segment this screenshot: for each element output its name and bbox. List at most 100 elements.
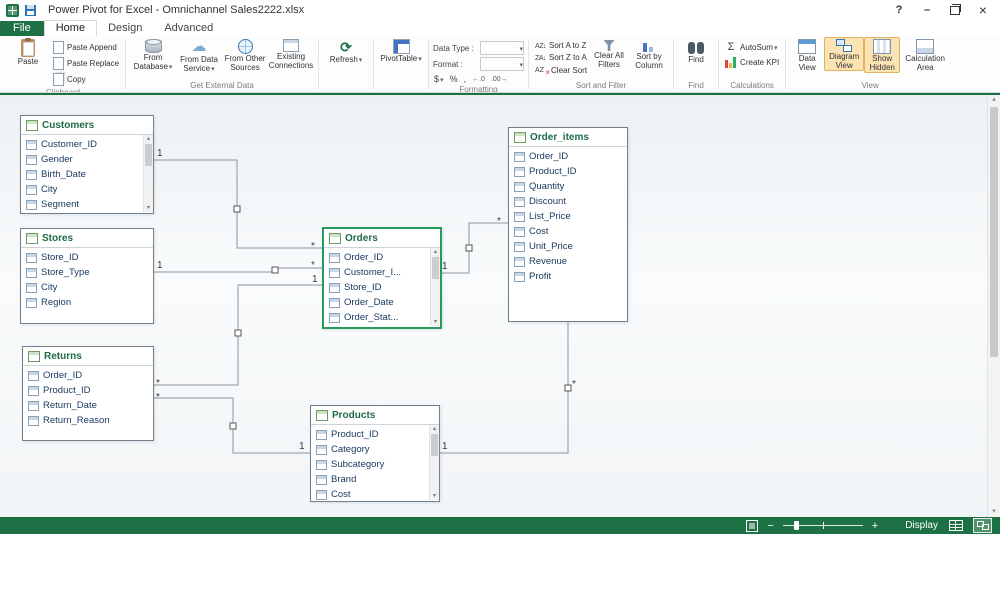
restore-button[interactable] — [944, 2, 966, 18]
field-city[interactable]: City — [21, 280, 153, 295]
field-quantity[interactable]: Quantity — [509, 179, 627, 194]
entity-header[interactable]: Returns — [23, 347, 153, 366]
existing-connections-button[interactable]: Existing Connections — [268, 37, 314, 70]
calculation-area-button[interactable]: Calculation Area — [900, 37, 950, 72]
zoom-slider[interactable] — [782, 521, 863, 530]
clear-all-filters-button[interactable]: Clear All Filters — [589, 37, 629, 69]
decrease-decimal-button[interactable] — [490, 76, 509, 83]
minimize-button[interactable] — [916, 2, 938, 18]
refresh-button[interactable]: Refresh — [323, 37, 369, 65]
zoom-slider-thumb[interactable] — [793, 521, 799, 530]
from-data-service-button[interactable]: From Data Service — [176, 37, 222, 74]
field-category[interactable]: Category — [311, 442, 429, 457]
percent-format-button[interactable]: % — [449, 74, 459, 84]
field-store_id[interactable]: Store_ID — [21, 250, 153, 265]
paste-append-button[interactable]: Paste Append — [51, 40, 121, 55]
scroll-up-icon[interactable]: ▴ — [430, 425, 439, 433]
scroll-down-icon[interactable]: ▾ — [431, 318, 440, 326]
tab-file[interactable]: File — [0, 21, 44, 36]
entity-table-returns[interactable]: Returns Order_ID Product_ID Return_Date Retu… — [22, 346, 154, 441]
grid-view-toggle[interactable] — [947, 519, 964, 532]
diagram-view-toggle[interactable] — [973, 518, 992, 533]
field-order_stat[interactable]: Order_Stat... — [324, 310, 430, 325]
field-order_date[interactable]: Order_Date — [324, 295, 430, 310]
field-unit_price[interactable]: Unit_Price — [509, 239, 627, 254]
entity-scrollbar[interactable]: ▴ ▾ — [430, 248, 440, 326]
field-cost[interactable]: Cost — [311, 487, 429, 502]
entity-header[interactable]: Order_items — [509, 128, 627, 147]
field-city[interactable]: City — [21, 182, 143, 197]
entity-scrollbar-thumb[interactable] — [432, 257, 439, 279]
entity-table-stores[interactable]: Stores Store_ID Store_Type City Region — [20, 228, 154, 324]
find-button[interactable]: Find — [678, 37, 714, 64]
zoom-out-button[interactable] — [767, 520, 773, 532]
sort-z-to-a-button[interactable]: Sort Z to A — [533, 52, 589, 63]
field-order_id[interactable]: Order_ID — [509, 149, 627, 164]
copy-button[interactable]: Copy — [51, 72, 121, 87]
paste-button[interactable]: Paste — [5, 37, 51, 66]
field-subcategory[interactable]: Subcategory — [311, 457, 429, 472]
currency-format-button[interactable]: $ — [433, 74, 445, 84]
sort-by-column-button[interactable]: Sort by Column — [629, 37, 669, 70]
increase-decimal-button[interactable] — [471, 76, 486, 83]
field-store_id[interactable]: Store_ID — [324, 280, 430, 295]
field-store_type[interactable]: Store_Type — [21, 265, 153, 280]
field-profit[interactable]: Profit — [509, 269, 627, 284]
scroll-up-icon[interactable]: ▴ — [988, 95, 1000, 105]
data-type-dropdown[interactable] — [480, 41, 525, 55]
field-list_price[interactable]: List_Price — [509, 209, 627, 224]
entity-header[interactable]: Products — [311, 406, 439, 425]
field-region[interactable]: Region — [21, 295, 153, 310]
entity-header[interactable]: Stores — [21, 229, 153, 248]
field-gender[interactable]: Gender — [21, 152, 143, 167]
entity-scrollbar-thumb[interactable] — [431, 434, 438, 456]
field-customer_id[interactable]: Customer_ID — [21, 137, 143, 152]
field-segment[interactable]: Segment — [21, 197, 143, 212]
scroll-down-icon[interactable]: ▾ — [430, 492, 439, 500]
data-view-button[interactable]: Data View — [790, 37, 824, 72]
clear-sort-button[interactable]: Clear Sort — [533, 64, 589, 78]
create-kpi-button[interactable]: Create KPI — [723, 55, 781, 69]
help-button[interactable] — [888, 2, 910, 18]
tab-advanced[interactable]: Advanced — [153, 21, 224, 36]
scroll-down-icon[interactable]: ▾ — [144, 204, 153, 212]
entity-table-orders[interactable]: Orders Order_ID Customer_I... Store_ID Order… — [322, 227, 442, 329]
format-dropdown[interactable] — [480, 57, 525, 71]
thousands-separator-button[interactable]: , — [463, 74, 468, 84]
field-return_reason[interactable]: Return_Reason — [23, 413, 153, 428]
field-order_id[interactable]: Order_ID — [324, 250, 430, 265]
field-brand[interactable]: Brand — [311, 472, 429, 487]
entity-table-order_items[interactable]: Order_items Order_ID Product_ID Quantity Dis… — [508, 127, 628, 322]
field-discount[interactable]: Discount — [509, 194, 627, 209]
field-product_id[interactable]: Product_ID — [23, 383, 153, 398]
fit-to-screen-icon[interactable] — [746, 519, 759, 532]
field-revenue[interactable]: Revenue — [509, 254, 627, 269]
paste-replace-button[interactable]: Paste Replace — [51, 56, 121, 71]
tab-home[interactable]: Home — [43, 20, 98, 36]
tab-design[interactable]: Design — [97, 21, 153, 36]
entity-table-products[interactable]: Products Product_ID Category Subcategory Bra… — [310, 405, 440, 502]
field-customer_i[interactable]: Customer_I... — [324, 265, 430, 280]
zoom-in-button[interactable] — [872, 520, 878, 532]
save-icon[interactable] — [25, 4, 36, 16]
diagram-canvas[interactable]: 1 * 1 * * 1 * 1 1 * 1 * Customers Customer_ID Gender B… — [0, 93, 1000, 517]
entity-scrollbar[interactable]: ▴ ▾ — [143, 135, 153, 212]
field-return_date[interactable]: Return_Date — [23, 398, 153, 413]
diagram-view-button[interactable]: Diagram View — [824, 37, 865, 72]
scrollbar-thumb[interactable] — [990, 107, 998, 357]
scroll-up-icon[interactable]: ▴ — [431, 248, 440, 256]
entity-header[interactable]: Orders — [324, 229, 440, 248]
from-other-sources-button[interactable]: From Other Sources — [222, 37, 268, 72]
scroll-up-icon[interactable]: ▴ — [144, 135, 153, 143]
from-database-button[interactable]: From Database — [130, 37, 176, 72]
scroll-down-icon[interactable]: ▾ — [988, 507, 1000, 517]
field-product_id[interactable]: Product_ID — [311, 427, 429, 442]
field-order_id[interactable]: Order_ID — [23, 368, 153, 383]
entity-table-customers[interactable]: Customers Customer_ID Gender Birth_Date City… — [20, 115, 154, 214]
close-button[interactable] — [972, 2, 994, 18]
autosum-button[interactable]: AutoSum — [723, 40, 781, 54]
entity-scrollbar[interactable]: ▴ ▾ — [429, 425, 439, 500]
field-cost[interactable]: Cost — [509, 224, 627, 239]
field-birth_date[interactable]: Birth_Date — [21, 167, 143, 182]
entity-scrollbar-thumb[interactable] — [145, 144, 152, 166]
